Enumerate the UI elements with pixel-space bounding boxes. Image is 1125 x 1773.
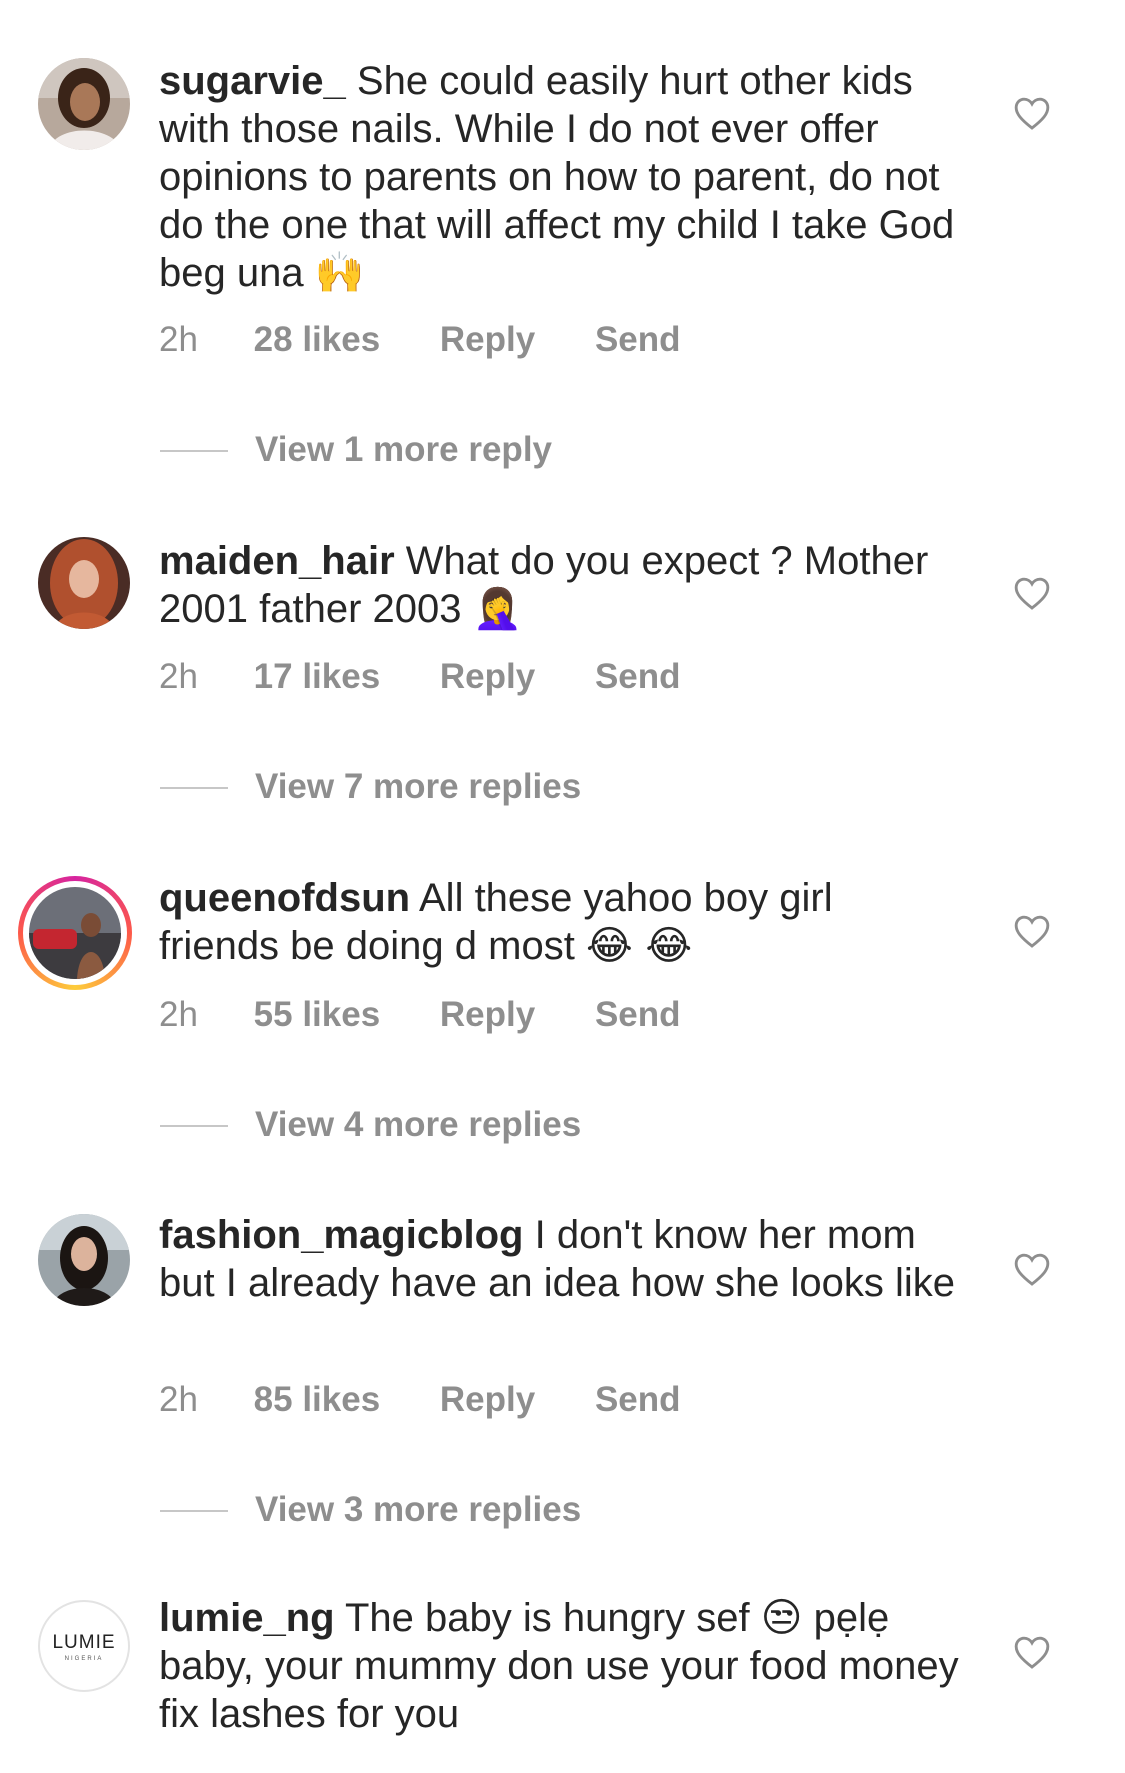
comment-meta: 2h 85 likes Reply Send	[159, 1380, 681, 1420]
avatar-logo-text: LUMIE	[52, 1632, 116, 1653]
heart-outline-icon[interactable]	[1013, 913, 1051, 949]
send-button[interactable]: Send	[595, 320, 681, 360]
view-more-replies-label[interactable]: View 7 more replies	[255, 767, 581, 807]
heart-outline-icon[interactable]	[1013, 95, 1051, 131]
divider-line	[160, 787, 228, 789]
comment-text: The baby is hungry sef	[344, 1596, 750, 1640]
story-ring[interactable]	[18, 876, 132, 990]
tears-of-joy-emoji-icon: 😂 😂	[585, 923, 693, 969]
comment-body: queenofdsun All these yahoo boy girl fri…	[159, 874, 959, 970]
heart-outline-icon[interactable]	[1013, 1634, 1051, 1670]
comment-body: fashion_magicblog I don't know her mom b…	[159, 1211, 959, 1307]
divider-line	[160, 450, 228, 452]
comment-meta: 2h 55 likes Reply Send	[159, 995, 681, 1035]
comment-body: lumie_ng The baby is hungry sef 😒 pẹlẹ b…	[159, 1594, 959, 1738]
comment-likes[interactable]: 55 likes	[254, 995, 381, 1035]
send-button[interactable]: Send	[595, 657, 681, 697]
comment-username[interactable]: lumie_ng	[159, 1596, 335, 1640]
comment-username[interactable]: sugarvie_	[159, 59, 346, 103]
avatar[interactable]	[38, 1214, 130, 1306]
avatar[interactable]: LUMIE NIGERIA	[38, 1600, 130, 1692]
comment-timestamp: 2h	[159, 1380, 198, 1419]
send-button[interactable]: Send	[595, 1380, 681, 1420]
raised-hands-emoji-icon: 🙌	[314, 250, 365, 296]
comment-timestamp: 2h	[159, 995, 198, 1034]
comment-meta: 2h 28 likes Reply Send	[159, 320, 681, 360]
comment-timestamp: 2h	[159, 657, 198, 696]
divider-line	[160, 1510, 228, 1512]
comment-likes[interactable]: 28 likes	[254, 320, 381, 360]
comment-likes[interactable]: 85 likes	[254, 1380, 381, 1420]
avatar[interactable]	[29, 887, 121, 979]
reply-button[interactable]: Reply	[440, 995, 535, 1035]
comment-username[interactable]: maiden_hair	[159, 539, 395, 583]
send-button[interactable]: Send	[595, 995, 681, 1035]
comment-body: maiden_hair What do you expect ? Mother …	[159, 537, 959, 633]
facepalm-emoji-icon: 🤦‍♀️	[472, 586, 523, 632]
avatar-logo-subtext: NIGERIA	[64, 1656, 104, 1662]
reply-button[interactable]: Reply	[440, 1380, 535, 1420]
reply-button[interactable]: Reply	[440, 657, 535, 697]
heart-outline-icon[interactable]	[1013, 575, 1051, 611]
divider-line	[160, 1125, 228, 1127]
view-more-replies-label[interactable]: View 1 more reply	[255, 430, 552, 470]
comment-username[interactable]: fashion_magicblog	[159, 1213, 524, 1257]
heart-outline-icon[interactable]	[1013, 1251, 1051, 1287]
comment-timestamp: 2h	[159, 320, 198, 359]
comment-meta: 2h 17 likes Reply Send	[159, 657, 681, 697]
avatar[interactable]	[38, 537, 130, 629]
comment-body: sugarvie_ She could easily hurt other ki…	[159, 57, 959, 297]
comment-username[interactable]: queenofdsun	[159, 876, 410, 920]
comment-likes[interactable]: 17 likes	[254, 657, 381, 697]
view-more-replies-label[interactable]: View 4 more replies	[255, 1105, 581, 1145]
avatar[interactable]	[38, 58, 130, 150]
view-more-replies-label[interactable]: View 3 more replies	[255, 1490, 581, 1530]
unamused-face-emoji-icon: 😒	[760, 1595, 803, 1641]
reply-button[interactable]: Reply	[440, 320, 535, 360]
